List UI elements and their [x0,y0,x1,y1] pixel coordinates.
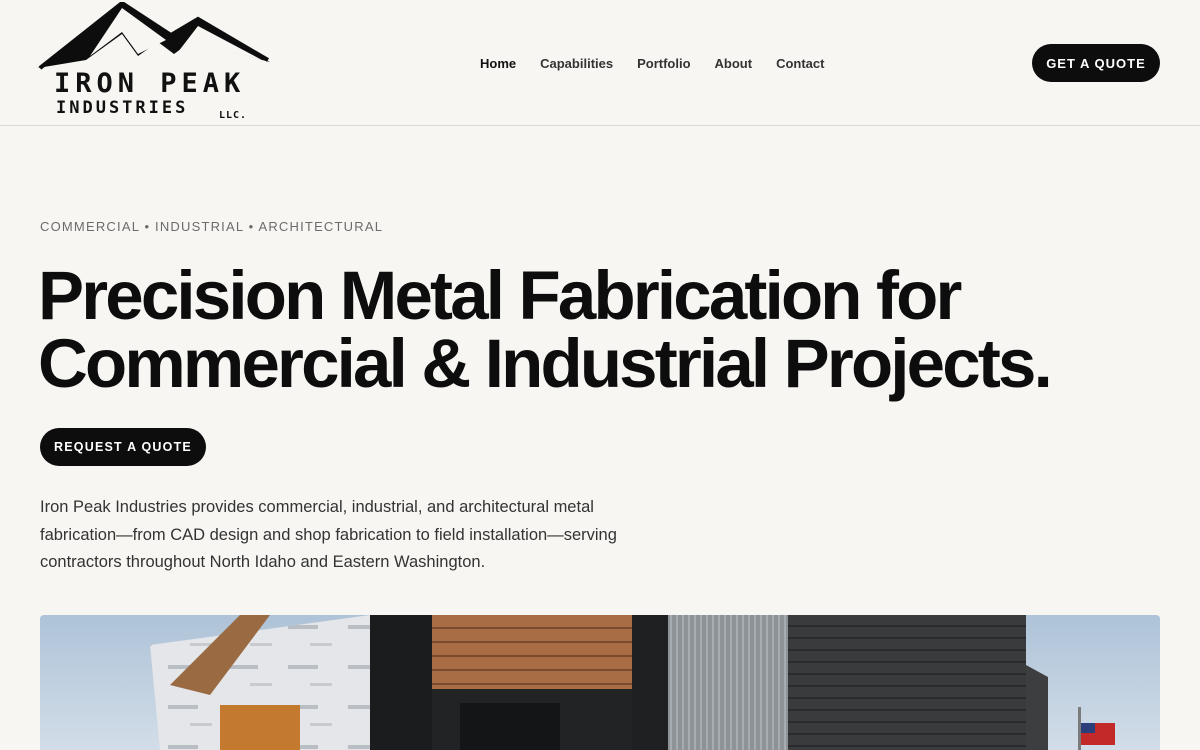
nav-portfolio-link[interactable]: Portfolio [637,56,690,71]
hero-eyebrow: COMMERCIAL • INDUSTRIAL • ARCHITECTURAL [40,219,384,234]
logo-wordmark: IRON PEAK [54,68,246,99]
hero-intro-text: Iron Peak Industries provides commercial… [40,498,617,571]
logo-subtitle: INDUSTRIES [56,98,189,118]
company-logo[interactable]: IRON PEAK INDUSTRIES LLC. [38,2,270,124]
site-header: IRON PEAK INDUSTRIES LLC. Home Capabilit… [0,0,1200,126]
mountain-peaks-icon [38,2,270,70]
nav-contact-link[interactable]: Contact [776,56,824,71]
logo-suffix: LLC. [219,110,248,121]
building-construction-photo [40,615,1160,750]
main-nav: Home Capabilities Portfolio About Contac… [480,56,824,71]
get-a-quote-button[interactable]: GET A QUOTE [1032,44,1160,82]
nav-capabilities-link[interactable]: Capabilities [540,56,613,71]
nav-home-link[interactable]: Home [480,56,516,71]
request-a-quote-button[interactable]: REQUEST A QUOTE [40,428,206,466]
hero-headline: Precision Metal Fabrication for Commerci… [38,257,1053,402]
nav-about-link[interactable]: About [715,56,753,71]
